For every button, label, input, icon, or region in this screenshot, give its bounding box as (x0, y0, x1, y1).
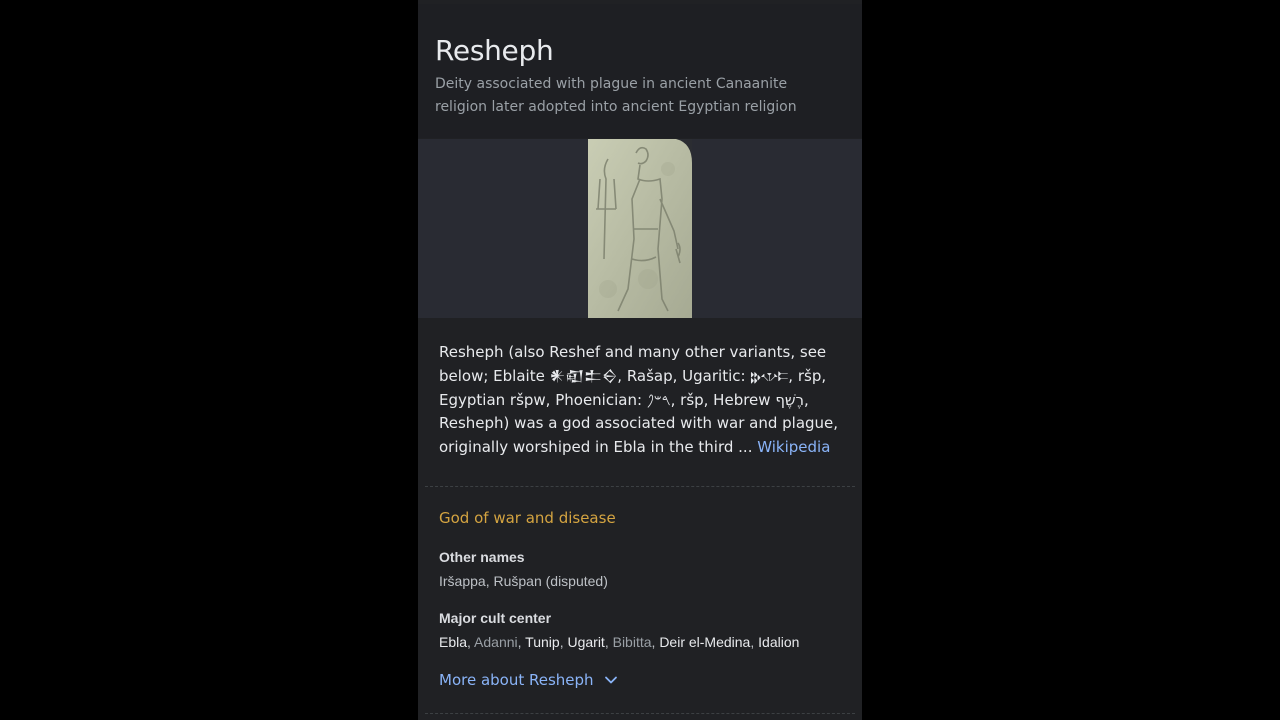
entity-tagline: God of war and disease (439, 509, 616, 527)
entity-subtitle: Deity associated with plague in ancient … (435, 76, 797, 115)
image-band (418, 139, 862, 318)
cult-center-text: Bibitta (612, 634, 652, 650)
fact-label-other-names: Other names (439, 549, 525, 565)
panel-header: Resheph Deity associated with plague in … (418, 4, 862, 138)
resheph-relief-image[interactable] (588, 139, 692, 318)
chevron-down-icon (604, 676, 617, 684)
fact-value-cult-center: Ebla, Adanni, Tunip, Ugarit, Bibitta, De… (439, 634, 800, 650)
fact-label-cult-center: Major cult center (439, 610, 552, 626)
cult-center-link[interactable]: Deir el-Medina (659, 634, 750, 650)
section-divider (425, 713, 855, 714)
fact-value-other-names: Iršappa, Rušpan (disputed) (439, 573, 608, 589)
entity-title: Resheph (435, 34, 554, 67)
cult-center-link[interactable]: Tunip (525, 634, 560, 650)
more-about-button[interactable]: More about Resheph (439, 671, 618, 689)
cult-center-text: Adanni (474, 634, 518, 650)
section-divider (425, 486, 855, 487)
entity-description: Resheph (also Reshef and many other vari… (439, 341, 849, 460)
cult-center-link[interactable]: Ugarit (567, 634, 604, 650)
cult-center-link[interactable]: Idalion (758, 634, 799, 650)
knowledge-panel: Resheph Deity associated with plague in … (418, 0, 862, 720)
cult-center-link[interactable]: Ebla (439, 634, 467, 650)
more-about-label: More about Resheph (439, 671, 594, 689)
wikipedia-link[interactable]: Wikipedia (757, 438, 830, 456)
